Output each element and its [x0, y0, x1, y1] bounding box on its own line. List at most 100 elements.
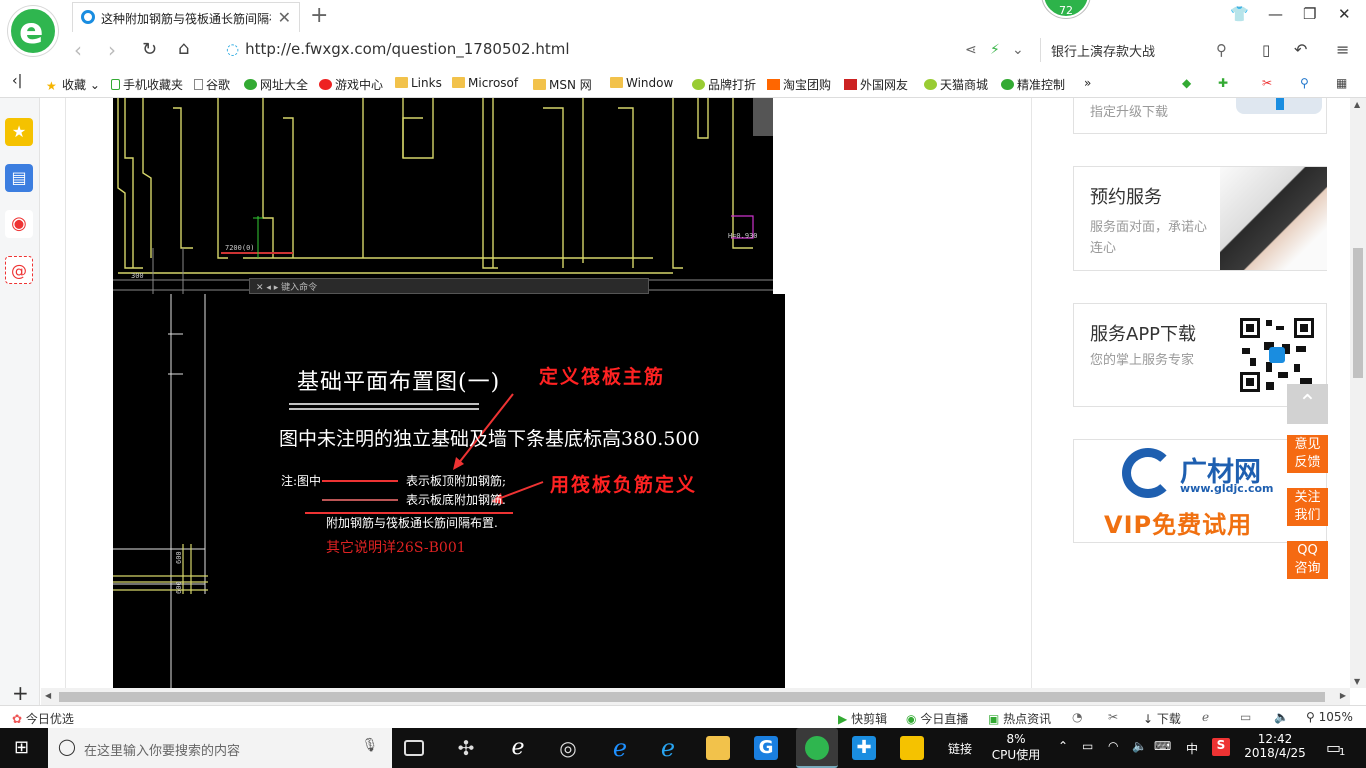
task-view-icon[interactable] — [404, 740, 424, 756]
bookmark-item[interactable]: 谷歌 — [194, 76, 230, 93]
window-icon[interactable]: ▭ — [1240, 710, 1251, 724]
bookmark-folder[interactable]: Links — [395, 76, 442, 90]
mobile-icon[interactable]: ▯ — [1262, 41, 1270, 59]
scroll-up-icon[interactable]: ▲ — [1354, 100, 1360, 109]
bookmark-item[interactable]: 外国网友 — [844, 76, 908, 93]
add-extension-icon[interactable]: ✚ — [1218, 76, 1228, 90]
horizontal-scroll-thumb[interactable] — [59, 692, 1325, 702]
tab-close-icon[interactable]: ✕ — [278, 8, 291, 27]
today-picks[interactable]: ✿ 今日优选 — [12, 710, 74, 727]
vertical-scrollbar[interactable]: ▲ ▼ — [1350, 98, 1366, 688]
back-to-top-button[interactable]: ⌃ — [1287, 384, 1328, 424]
glodon-app-icon[interactable]: ◎ — [556, 736, 580, 760]
taskbar-search-input[interactable]: ◯ 在这里输入你要搜索的内容 🎙 — [48, 728, 392, 768]
vertical-scroll-thumb[interactable] — [1353, 248, 1363, 378]
search-input[interactable]: 银行上演存款大战 — [1040, 38, 1240, 62]
lightning-icon[interactable]: ⚡ — [990, 42, 1000, 58]
wifi-icon[interactable]: ◠ — [1108, 739, 1118, 753]
ime-mode[interactable]: 中 — [1186, 740, 1198, 757]
browser-logo-icon[interactable]: e — [8, 6, 58, 56]
mute-icon[interactable]: 🔈 — [1274, 710, 1289, 724]
windows-start-icon[interactable]: ⊞ — [14, 737, 29, 758]
gldjc-url: www.gldjc.com — [1180, 482, 1274, 495]
email-icon[interactable]: @ — [5, 256, 33, 284]
url-field[interactable]: ◌ http://e.fwxgx.com/question_1780502.htm… — [226, 40, 956, 62]
follow-us-button[interactable]: 关注我们 — [1287, 488, 1328, 526]
microphone-icon[interactable]: 🎙 — [361, 738, 378, 753]
undo-icon[interactable]: ↶ — [1294, 40, 1307, 59]
glodon-g-icon[interactable]: G — [754, 736, 778, 760]
pinwheel-app-icon[interactable]: ✣ — [454, 736, 478, 760]
restore-icon[interactable]: ❐ — [1303, 5, 1316, 23]
edge-icon[interactable]: ℯ — [608, 736, 632, 760]
shirt-skin-icon[interactable]: 👕 — [1230, 5, 1249, 23]
zoom-level[interactable]: ⚲ 105% — [1306, 710, 1353, 724]
ie-icon[interactable]: ℯ — [656, 736, 680, 760]
feedback-button[interactable]: 意见反馈 — [1287, 435, 1328, 473]
tools-icon[interactable]: ✂ — [1108, 710, 1118, 724]
clock[interactable]: 12:42 2018/4/25 — [1244, 732, 1306, 760]
horizontal-scrollbar[interactable]: ◀ ▶ — [41, 688, 1350, 705]
reading-list-icon[interactable]: ▤ — [5, 164, 33, 192]
weibo-icon[interactable]: ◉ — [5, 210, 33, 238]
bookmark-item[interactable]: 游戏中心 — [319, 76, 383, 93]
bookmark-item[interactable]: 网址大全 — [244, 76, 308, 93]
quick-edit[interactable]: ▶ 快剪辑 — [838, 710, 887, 727]
search-icon[interactable]: ⚲ — [1216, 41, 1227, 59]
download-manager[interactable]: ↓ 下载 — [1143, 710, 1181, 727]
ie-mode-icon[interactable]: ℯ — [1202, 710, 1209, 724]
new-tab-icon[interactable]: + — [310, 3, 328, 28]
more-bookmarks-icon[interactable]: » — [1084, 76, 1091, 90]
menu-icon[interactable]: ≡ — [1336, 40, 1349, 59]
cpu-meter[interactable]: 8% CPU使用 — [990, 732, 1042, 763]
bookmark-item[interactable]: 品牌打折 — [692, 76, 756, 93]
bookmark-folder[interactable]: Microsof — [452, 76, 518, 90]
qq-consult-button[interactable]: QQ咨询 — [1287, 541, 1328, 579]
url-text: http://e.fwxgx.com/question_1780502.html — [245, 40, 570, 58]
bookmark-folder[interactable]: Window — [610, 76, 673, 90]
notification-badge[interactable]: 72 — [1042, 0, 1090, 18]
upgrade-card[interactable]: 指定升级下载 — [1073, 98, 1327, 134]
bookmark-item[interactable]: 手机收藏夹 — [111, 76, 183, 93]
plus-app-icon[interactable]: ✚ — [852, 736, 876, 760]
links-toolbar[interactable]: 链接 — [948, 740, 972, 757]
battery-icon[interactable]: ▭ — [1082, 739, 1093, 753]
browser-e-icon[interactable]: ℯ — [506, 736, 530, 760]
bookmark-item[interactable]: ★ 收藏 ⌄ — [46, 76, 100, 93]
bookmarks-collapse-icon[interactable]: ‹| — [12, 73, 22, 89]
file-explorer-icon[interactable] — [706, 736, 730, 760]
back-icon[interactable]: ‹ — [74, 38, 82, 62]
scroll-left-icon[interactable]: ◀ — [45, 691, 51, 700]
gift-icon: ✿ — [12, 712, 23, 726]
today-live[interactable]: ◉ 今日直播 — [906, 710, 968, 727]
bookmark-item[interactable]: 精准控制 — [1001, 76, 1065, 93]
sogou-ime-icon[interactable]: S — [1212, 738, 1230, 756]
favorites-star-icon[interactable]: ★ — [5, 118, 33, 146]
grid-apps-icon[interactable]: ▦ — [1336, 76, 1347, 90]
volume-icon[interactable]: 🔈 — [1132, 739, 1147, 753]
scissors-icon[interactable]: ✂ — [1262, 76, 1272, 90]
service-booking-card[interactable]: 预约服务 服务面对面，承诺心连心 — [1073, 166, 1327, 271]
bookmark-item[interactable]: 天猫商城 — [924, 76, 988, 93]
minimize-icon[interactable]: — — [1268, 5, 1283, 23]
hot-news[interactable]: ▣ 热点资讯 — [988, 710, 1051, 727]
forward-icon[interactable]: › — [108, 38, 116, 62]
scroll-right-icon[interactable]: ▶ — [1340, 691, 1346, 700]
keyboard-icon[interactable]: ⌨ — [1154, 739, 1171, 753]
speed-icon[interactable]: ◔ — [1072, 710, 1082, 724]
bookmark-folder[interactable]: MSN 网 — [533, 76, 592, 93]
close-window-icon[interactable]: ✕ — [1338, 5, 1351, 23]
sidebar-add-icon[interactable]: + — [12, 681, 29, 705]
share-icon[interactable]: ⋖ — [965, 42, 977, 58]
notes-app-icon[interactable] — [900, 736, 924, 760]
refresh-icon[interactable]: ↻ — [142, 39, 157, 60]
chevron-down-icon[interactable]: ⌄ — [1012, 42, 1024, 58]
tab-active[interactable]: 这种附加钢筋与筏板通长筋间隔布置 ✕ — [72, 2, 300, 32]
zoom-search-icon[interactable]: ⚲ — [1300, 76, 1309, 90]
home-icon[interactable]: ⌂ — [178, 38, 189, 59]
active-browser-icon[interactable] — [796, 728, 838, 768]
tray-expand-icon[interactable]: ⌃ — [1058, 739, 1068, 753]
shield-icon[interactable]: ◆ — [1182, 76, 1191, 90]
bookmark-item[interactable]: 淘宝团购 — [767, 76, 831, 93]
scroll-down-icon[interactable]: ▼ — [1354, 677, 1360, 686]
